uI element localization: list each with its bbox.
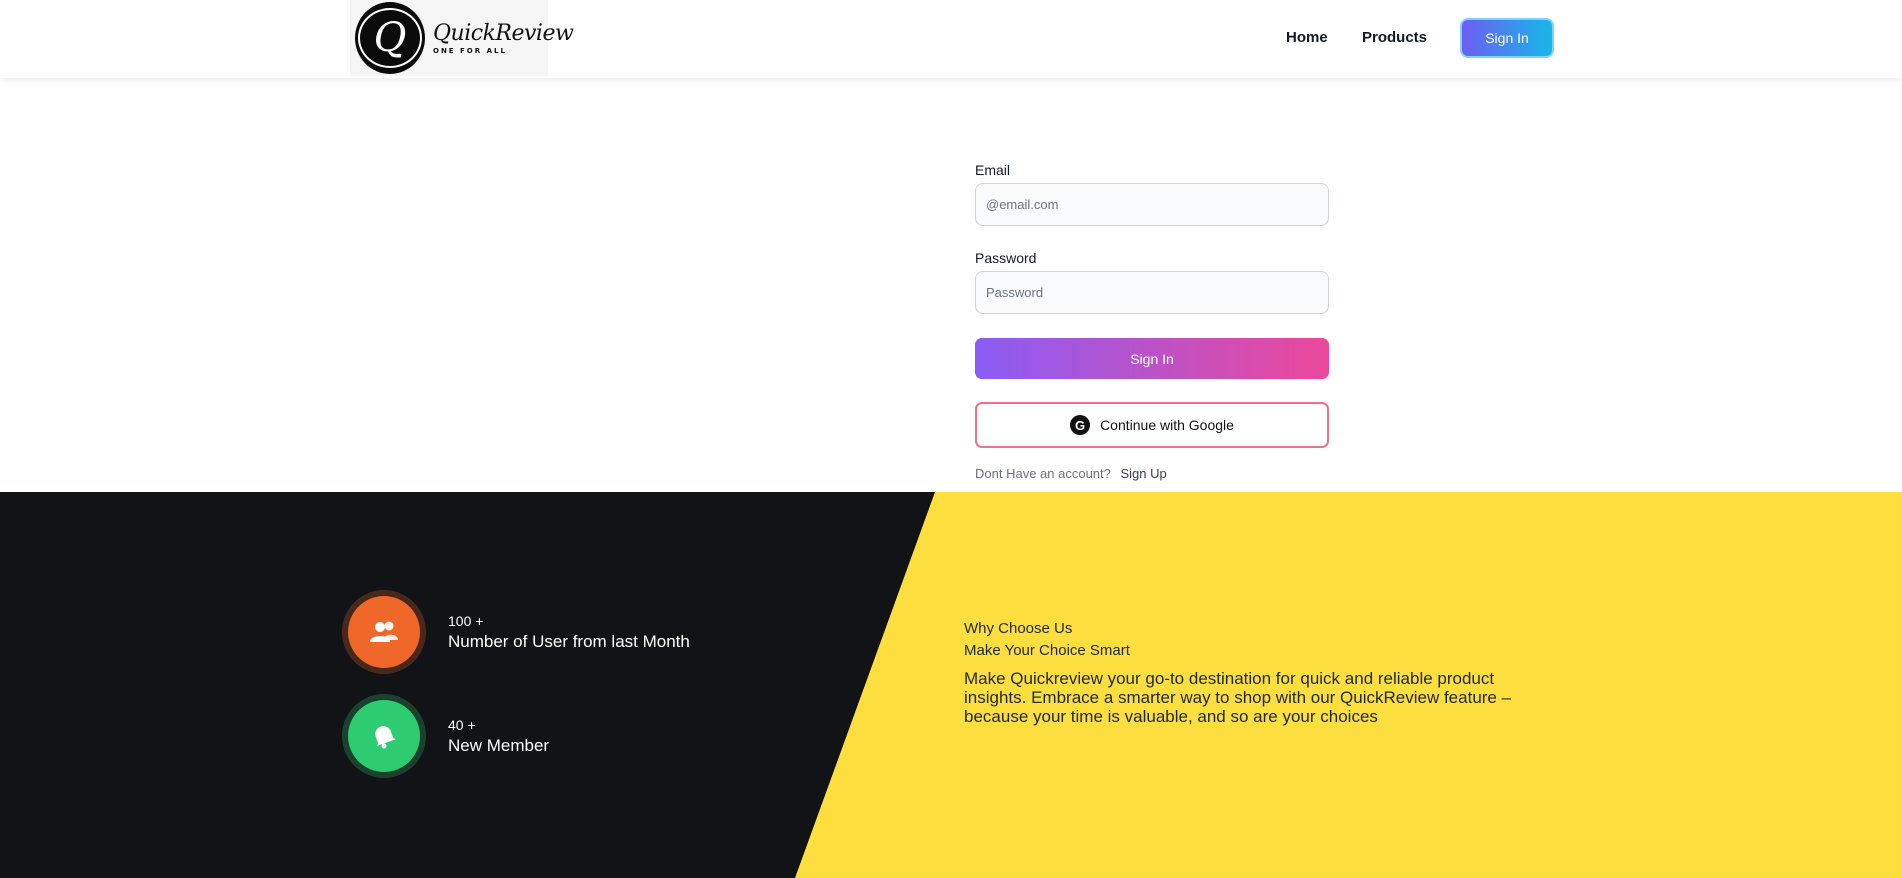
why-body: Make Quickreview your go-to destination … xyxy=(964,669,1512,726)
stat-members: 40 + New Member xyxy=(342,694,549,778)
sign-in-form: Email Password Sign In G Continue with G… xyxy=(975,162,1329,481)
split-background xyxy=(0,492,1902,878)
site-header: Q QuickReview ONE FOR ALL Home Products … xyxy=(0,0,1902,78)
stat-members-ring xyxy=(342,694,426,778)
why-eyebrow: Why Choose Us xyxy=(964,620,1073,637)
dark-panel xyxy=(0,492,935,878)
stat-users-text: 100 + Number of User from last Month xyxy=(448,613,690,652)
password-label: Password xyxy=(975,250,1037,266)
stat-users-number: 100 + xyxy=(448,612,484,629)
google-button-label: Continue with Google xyxy=(1100,417,1234,433)
nav-products-link[interactable]: Products xyxy=(1362,29,1427,46)
sign-in-button[interactable]: Sign In xyxy=(975,338,1329,379)
stat-members-number: 40 + xyxy=(448,716,476,733)
logo[interactable]: Q QuickReview ONE FOR ALL xyxy=(350,0,574,76)
logo-mark: Q xyxy=(355,2,425,74)
google-icon: G xyxy=(1070,415,1091,435)
stat-users-ring xyxy=(342,590,426,674)
users-icon xyxy=(348,596,420,668)
sign-up-prompt: Dont Have an account? Sign Up xyxy=(975,466,1329,481)
password-input[interactable] xyxy=(975,271,1329,314)
no-account-text: Dont Have an account? xyxy=(975,466,1111,481)
stat-members-label: New Member xyxy=(448,735,550,755)
stat-users: 100 + Number of User from last Month xyxy=(342,590,690,674)
stat-members-text: 40 + New Member xyxy=(448,717,549,756)
logo-tagline: ONE FOR ALL xyxy=(433,47,507,55)
why-choose-us: Why Choose Us Make Your Choice Smart Mak… xyxy=(964,620,1524,726)
google-sign-in-button[interactable]: G Continue with Google xyxy=(975,402,1329,448)
stat-users-label: Number of User from last Month xyxy=(448,631,690,651)
password-field-group: Password xyxy=(975,250,1329,314)
nav-home-link[interactable]: Home xyxy=(1286,29,1328,46)
email-input[interactable] xyxy=(975,183,1329,226)
email-field-group: Email xyxy=(975,162,1329,226)
features-section: 100 + Number of User from last Month 40 … xyxy=(0,492,1902,878)
why-title: Make Your Choice Smart xyxy=(964,642,1130,659)
logo-letter: Q xyxy=(358,8,422,68)
email-label: Email xyxy=(975,162,1011,178)
logo-text: QuickReview ONE FOR ALL xyxy=(433,21,574,55)
bell-icon xyxy=(348,700,420,772)
logo-title: QuickReview xyxy=(433,21,574,46)
sign-up-link[interactable]: Sign Up xyxy=(1121,466,1167,481)
header-sign-in-button[interactable]: Sign In xyxy=(1460,18,1554,58)
